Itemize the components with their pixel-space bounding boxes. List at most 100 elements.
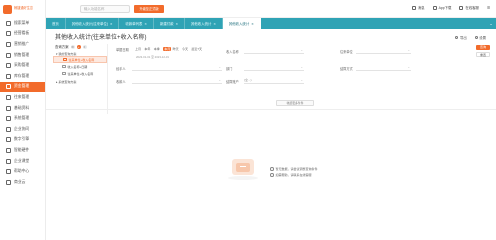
collapse-filters-button[interactable]: 收起更多条件 (276, 100, 314, 106)
topbar-actions: 消息 App下载 在线客服 ☰ (411, 5, 490, 10)
sidebar-item-label: 基础资料 (14, 105, 30, 110)
dept-select[interactable]: ⌄ (244, 65, 304, 71)
empty-tip: 如需帮助，请联系在线客服 (270, 172, 318, 178)
scheme-add-icon[interactable]: + (76, 44, 81, 49)
scheme-group-system[interactable]: ▸ 系统查询方案 (53, 80, 107, 84)
sidebar-item-0[interactable]: 搜索菜单 (0, 18, 45, 29)
income-select[interactable]: ⌄ (244, 48, 304, 54)
tab-4[interactable]: 其他收入统计 ✕ (185, 18, 223, 29)
sidebar-item-8[interactable]: 基础资料 (0, 103, 45, 114)
sidebar-item-4[interactable]: 采购管理 (0, 60, 45, 71)
sidebar-item-6[interactable]: 资金管理 (0, 81, 45, 93)
settle-label: 结算方式 (340, 67, 353, 71)
info-icon (270, 173, 274, 177)
scheme-title: 查询方案 (55, 45, 69, 49)
account-select[interactable]: (全...) ⌄ (244, 78, 304, 84)
sidebar-item-label: 库存管理 (14, 73, 30, 78)
handler-select[interactable]: ⌄ (132, 65, 222, 71)
date-option[interactable]: 最近7天 (191, 47, 202, 51)
page-title: 其他收入统计(往来单位+收入名称) (55, 35, 147, 41)
close-icon[interactable]: ✕ (176, 22, 179, 26)
income-label: 收入名称 (226, 50, 239, 54)
contact-label: 往来单位 (340, 50, 353, 54)
classroom-icon (6, 158, 11, 164)
sidebar-item-label: 企业课堂 (14, 158, 30, 163)
info-icon (270, 167, 274, 171)
receiver-select[interactable]: ⌄ (132, 78, 222, 84)
date-range[interactable]: 2023-01-01 至 2023-12-31 (136, 55, 169, 59)
sidebar-item-2[interactable]: 营销推广 (0, 39, 45, 50)
topbar-action-2[interactable]: 在线客服 (459, 5, 479, 10)
dashboard-icon (6, 31, 11, 37)
sidebar-item-label: 经营看板 (14, 31, 30, 36)
database-icon (6, 105, 11, 111)
date-option[interactable]: 今天 (182, 47, 188, 51)
dept-label: 部门 (226, 67, 233, 71)
sidebar-item-label: 企业协同 (14, 126, 30, 131)
close-icon[interactable]: ✕ (144, 22, 147, 26)
scheme-item[interactable]: 收入名称+日期 (53, 63, 107, 70)
query-button[interactable]: 查询 (476, 45, 490, 50)
close-icon[interactable]: ✕ (110, 22, 113, 26)
engine-icon (6, 137, 11, 143)
money-icon (6, 84, 11, 90)
scheme-header: 查询方案 ⚙ + ≡ (53, 44, 107, 49)
collab-icon (6, 126, 11, 132)
date-option[interactable]: 本月 (163, 47, 172, 51)
close-icon[interactable]: ✕ (213, 22, 216, 26)
page-action-1[interactable]: 设置 (474, 35, 486, 40)
hardware-icon (6, 147, 11, 153)
account-label: 结算账户 (226, 80, 239, 84)
sidebar-item-3[interactable]: 销售管理 (0, 50, 45, 61)
date-option[interactable]: 本季 (154, 47, 160, 51)
sales-icon (6, 52, 11, 58)
settle-select[interactable]: ⌄ (356, 65, 411, 71)
date-label: 单据日期 (116, 48, 129, 52)
search-input[interactable]: 输入功能名称 (80, 5, 130, 13)
sidebar-item-label: 帮助中心 (14, 169, 30, 174)
sidebar-item-7[interactable]: 往来管理 (0, 92, 45, 103)
tab-3[interactable]: 新建付款 ✕ (154, 18, 186, 29)
date-option[interactable]: 本年 (144, 47, 150, 51)
contact-select[interactable]: ⌄ (356, 48, 411, 54)
tab-2[interactable]: 收款单列表 ✕ (119, 18, 154, 29)
export-icon (455, 36, 459, 39)
page-actions: 导出 设置 (455, 35, 486, 40)
sidebar-item-9[interactable]: 系统管理 (0, 113, 45, 124)
upgrade-button[interactable]: 升级至正式版 (134, 5, 164, 13)
sidebar-item-5[interactable]: 库存管理 (0, 71, 45, 82)
sidebar-item-10[interactable]: 企业协同 (0, 124, 45, 135)
date-option[interactable]: 昨天 (173, 47, 179, 51)
topbar: 输入功能名称 升级至正式版 消息 App下载 在线客服 ☰ (46, 0, 496, 18)
reset-button[interactable]: 重置 (476, 52, 490, 57)
sidebar-item-15[interactable]: 商业云 (0, 177, 45, 188)
receiver-label: 收款人 (116, 80, 126, 84)
sidebar-item-1[interactable]: 经营看板 (0, 29, 45, 40)
megaphone-icon (6, 41, 11, 47)
tab-0[interactable]: 首页 (46, 18, 66, 29)
tab-1[interactable]: 其他收入统计(往来单位) ✕ (66, 18, 120, 29)
scheme-menu-icon[interactable]: ≡ (82, 44, 87, 49)
tab-5[interactable]: 其他收入统计 ✕ (222, 18, 261, 29)
sidebar-item-label: 销售管理 (14, 52, 30, 57)
sidebar-item-label: 商业云 (14, 179, 26, 184)
sidebar-item-14[interactable]: 帮助中心 (0, 166, 45, 177)
empty-box-icon (232, 159, 254, 175)
scheme-settings-icon[interactable]: ⚙ (70, 44, 75, 49)
date-option[interactable]: 上月 (135, 47, 141, 51)
sidebar-item-13[interactable]: 企业课堂 (0, 156, 45, 167)
sidebar-item-12[interactable]: 智能硬件 (0, 145, 45, 156)
scheme-item[interactable]: 往来单位+收入名称 (53, 70, 107, 77)
close-icon[interactable]: ✕ (251, 22, 254, 26)
sidebar-item-label: 采购管理 (14, 63, 30, 68)
phone-icon (432, 5, 437, 10)
menu-icon[interactable]: ☰ (487, 6, 490, 10)
tabs-more-icon[interactable]: ⌄ (486, 18, 496, 29)
scheme-item[interactable]: 往来单位+收入名称 (53, 56, 107, 63)
topbar-action-0[interactable]: 消息 (411, 5, 425, 10)
page-action-0[interactable]: 导出 (455, 35, 467, 40)
sidebar-item-11[interactable]: 数字引擎 (0, 135, 45, 146)
document-icon (63, 57, 67, 62)
empty-state (228, 159, 258, 180)
topbar-action-1[interactable]: App下载 (432, 5, 451, 10)
